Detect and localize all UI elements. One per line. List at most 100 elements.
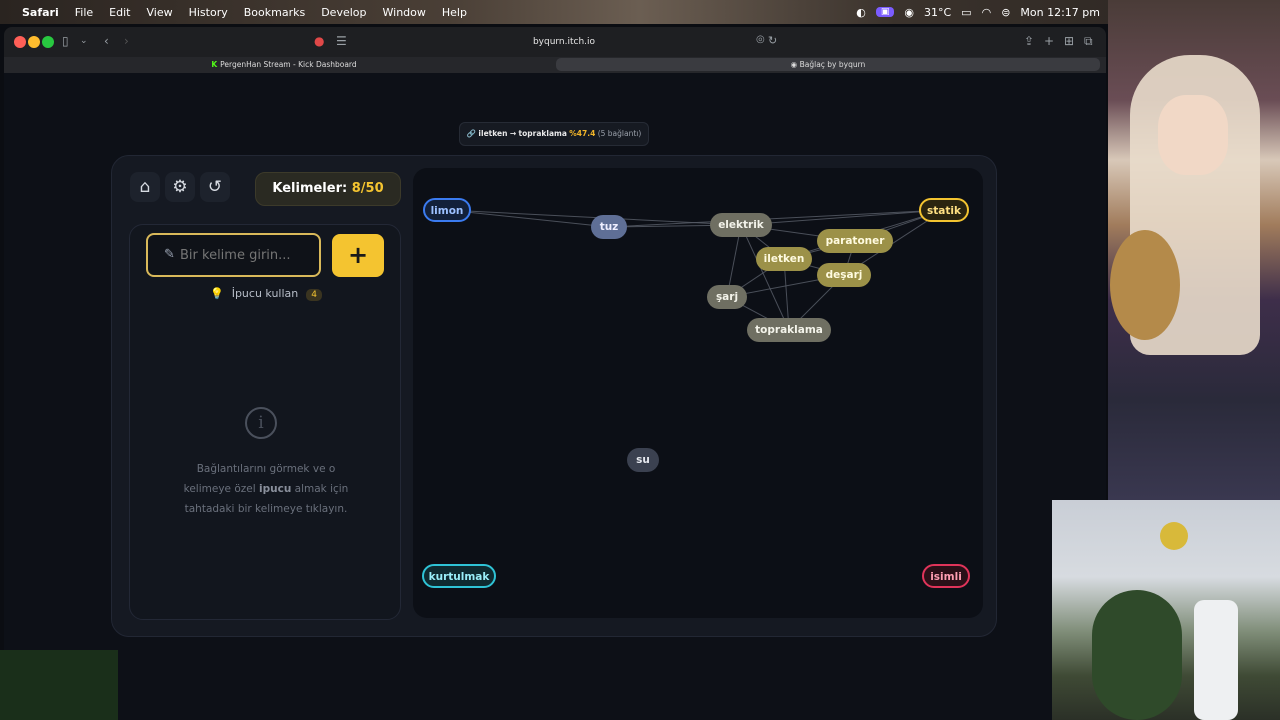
new-tab-icon[interactable]: +	[1044, 34, 1054, 48]
reader-icon[interactable]: ☰	[336, 34, 347, 48]
connection-line	[446, 209, 610, 228]
words-counter-label: Kelimeler:	[272, 181, 348, 196]
route-arrow: →	[509, 129, 517, 138]
route-info: 🔗 iletken → topraklama %47.4 (5 bağlantı…	[459, 122, 649, 146]
reset-button[interactable]: ↺	[200, 172, 230, 202]
gear-icon: ⚙	[172, 177, 188, 197]
privacy-report-icon[interactable]: ◎	[756, 34, 765, 45]
extension-icon[interactable]: ●	[314, 34, 324, 48]
info-line-1: Bağlantılarını görmek ve o	[196, 463, 336, 475]
word-node-topraklama[interactable]: topraklama	[747, 318, 831, 342]
word-node-paratoner[interactable]: paratoner	[817, 229, 893, 253]
address-bar[interactable]: byqurn.itch.io	[364, 33, 764, 51]
screen-share-icon[interactable]: ◐	[856, 6, 866, 19]
menu-window[interactable]: Window	[383, 6, 426, 19]
words-counter-value: 8/50	[351, 181, 384, 196]
route-from: iletken	[478, 129, 508, 138]
link-icon: 🔗	[466, 129, 477, 138]
side-panel: ✎ + 💡 İpucu kullan 4 i Bağlantılarını görm…	[129, 224, 401, 620]
vtuber-overlay	[1108, 0, 1280, 500]
zoom-window-button[interactable]	[42, 36, 54, 48]
webcam-person	[1194, 600, 1238, 720]
sidebar-icon[interactable]: ▯	[62, 34, 69, 48]
info-line-2a: kelimeye özel	[183, 483, 259, 495]
menu-develop[interactable]: Develop	[321, 6, 366, 19]
menu-bar: Safari File Edit View History Bookmarks …	[0, 0, 1280, 24]
word-node-statik[interactable]: statik	[919, 198, 969, 222]
info-icon: i	[245, 407, 277, 439]
control-center-icon[interactable]: ⊜	[1001, 6, 1010, 19]
avatar-prop	[1110, 230, 1180, 340]
tab-kick-dashboard[interactable]: K PergenHan Stream - Kick Dashboard	[10, 58, 558, 72]
webcam-ball	[1160, 522, 1188, 550]
menu-view[interactable]: View	[146, 6, 172, 19]
browser-window: ▯ ⌄ ‹ › ● ☰ byqurn.itch.io ◎ ↻ ⇪ + ⊞ ⧉ K…	[4, 27, 1106, 720]
menu-bookmarks[interactable]: Bookmarks	[244, 6, 305, 19]
info-hint-word: ipucu	[259, 483, 292, 495]
word-node-desarj[interactable]: deşarj	[817, 263, 871, 287]
word-node-limon[interactable]: limon	[423, 198, 471, 222]
info-line-2c: almak için	[291, 483, 349, 495]
word-node-isimli[interactable]: isimli	[922, 564, 970, 588]
minimize-window-button[interactable]	[28, 36, 40, 48]
word-node-kurtulmak[interactable]: kurtulmak	[422, 564, 496, 588]
route-connections: (5 bağlantı)	[597, 129, 642, 138]
menu-help[interactable]: Help	[442, 6, 467, 19]
tab-bar: K PergenHan Stream - Kick Dashboard ◉ Bağ…	[4, 57, 1106, 73]
battery-icon[interactable]: ▭	[961, 6, 971, 19]
kick-icon: K	[211, 60, 218, 69]
menu-file[interactable]: File	[75, 6, 93, 19]
word-node-elektrik[interactable]: elektrik	[710, 213, 772, 237]
pencil-icon: ✎	[164, 247, 175, 262]
connection-lines	[446, 209, 945, 331]
word-node-su[interactable]: su	[627, 448, 659, 472]
tab-baglac[interactable]: ◉ Bağlaç by byqurn	[556, 58, 1100, 71]
webcam-overlay	[1052, 500, 1280, 720]
grid-icon[interactable]: ⊞	[1064, 34, 1074, 48]
hint-count-badge: 4	[306, 289, 322, 301]
record-icon[interactable]: ◉	[904, 6, 914, 19]
word-node-sarj[interactable]: şarj	[707, 285, 747, 309]
word-board: limon tuz elektrik statik paratoner iletken de…	[413, 168, 983, 618]
close-window-button[interactable]	[14, 36, 26, 48]
menu-clock[interactable]: Mon 12:17 pm	[1020, 6, 1100, 19]
tab-label: Bağlaç by byqurn	[799, 60, 866, 69]
stage-manager-icon[interactable]: ▣	[875, 7, 895, 17]
reload-icon[interactable]: ↻	[768, 34, 777, 47]
forward-icon[interactable]: ›	[124, 34, 129, 48]
info-line-3: tahtadaki bir kelimeye tıklayın.	[184, 503, 348, 515]
home-icon: ⌂	[139, 177, 151, 197]
connection-line	[608, 209, 945, 228]
settings-button[interactable]: ⚙	[165, 172, 195, 202]
home-button[interactable]: ⌂	[130, 172, 160, 202]
lightbulb-icon: 💡	[210, 287, 224, 300]
hint-label: İpucu kullan	[231, 287, 299, 300]
words-counter: Kelimeler: 8/50	[255, 172, 401, 206]
chevron-down-icon[interactable]: ⌄	[80, 36, 88, 46]
weather-temperature[interactable]: 31°C	[924, 6, 951, 19]
route-percent: %47.4	[569, 129, 596, 138]
avatar-face	[1158, 95, 1228, 175]
menu-app-name[interactable]: Safari	[22, 6, 59, 19]
wifi-icon[interactable]: ◠	[982, 6, 992, 19]
tab-label: PergenHan Stream - Kick Dashboard	[220, 60, 357, 69]
itch-icon: ◉	[790, 60, 800, 69]
status-area: ◐ ▣ ◉ 31°C ▭ ◠ ⊜ Mon 12:17 pm	[856, 0, 1100, 24]
add-word-button[interactable]: +	[332, 234, 384, 277]
menu-history[interactable]: History	[189, 6, 228, 19]
menu-edit[interactable]: Edit	[109, 6, 130, 19]
info-text: Bağlantılarını görmek ve o kelimeye özel…	[150, 459, 382, 519]
word-node-iletken[interactable]: iletken	[756, 247, 812, 271]
browser-toolbar: ▯ ⌄ ‹ › ● ☰ byqurn.itch.io ◎ ↻ ⇪ + ⊞ ⧉	[4, 27, 1106, 57]
tab-overview-icon[interactable]: ⧉	[1084, 34, 1093, 49]
game-card: ⌂ ⚙ ↺ Kelimeler: 8/50 ✎ + 💡 İpucu kullan 4…	[111, 155, 997, 637]
green-overlay	[0, 650, 118, 720]
reset-icon: ↺	[207, 177, 223, 197]
route-to: topraklama	[518, 129, 567, 138]
use-hint-button[interactable]: 💡 İpucu kullan 4	[130, 287, 402, 301]
share-icon[interactable]: ⇪	[1024, 34, 1034, 48]
back-icon[interactable]: ‹	[104, 34, 109, 48]
connection-line	[740, 224, 790, 331]
page-content: 🔗 iletken → topraklama %47.4 (5 bağlantı…	[4, 73, 1106, 720]
word-node-tuz[interactable]: tuz	[591, 215, 627, 239]
